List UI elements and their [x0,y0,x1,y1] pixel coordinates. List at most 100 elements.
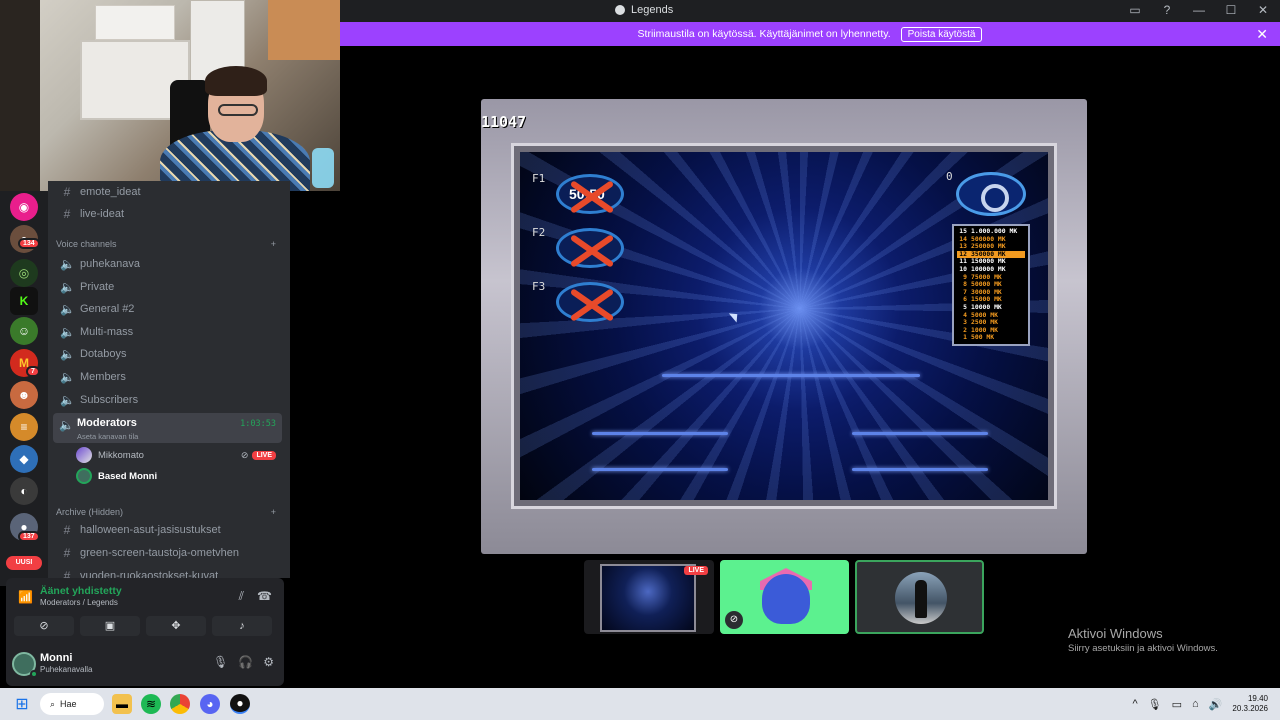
mention-badge: 134 [18,238,40,249]
close-window-button[interactable]: ✕ [1256,3,1270,17]
ladder-rung: 1 500 MK [957,334,1025,342]
answer-bar-c [592,468,728,471]
microphone-icon[interactable]: 🎙 [213,655,228,669]
spotify-icon[interactable]: ≋ [141,694,161,714]
help-icon[interactable]: ? [1160,3,1174,17]
channel-emote-ideat[interactable]: # emote_ideat [56,181,282,203]
server-icon-3[interactable]: ◎ [10,259,38,287]
mention-badge-2: 7 [26,366,40,377]
search-icon: ⌕ [50,698,56,709]
archive-channel[interactable]: # vuoden-ruokaostokset-kuvat [56,565,282,578]
signal-icon[interactable]: 📶 [18,590,33,604]
taskbar-search[interactable]: ⌕ Hae [40,693,104,715]
activate-windows-watermark: Aktivoi Windows Siirry asetuksiin ja akt… [1068,626,1218,654]
hash-icon: # [63,569,71,578]
answer-bar-b [852,432,988,435]
stream-thumbnail[interactable]: LIVE [584,560,714,634]
hash-icon: # [63,207,71,221]
server-icon-7[interactable]: ☻ [10,381,38,409]
stream-preview [600,564,696,632]
start-windows-icon[interactable]: ⊞ [12,694,32,714]
file-explorer-icon[interactable]: ▬ [112,694,132,714]
screen-share-button[interactable]: ▣ [80,616,140,636]
server-icon-9[interactable]: ◆ [10,445,38,473]
voice-channel[interactable]: 🔈 General #2 [56,298,282,320]
voice-channel[interactable]: 🔈 Subscribers [56,389,282,411]
ladder-amount: 500 MK [971,333,995,342]
discord-icon[interactable]: ◕ [200,694,220,714]
tray-mic-icon[interactable]: 🎙 [1148,698,1162,711]
maximize-button[interactable]: ☐ [1224,3,1238,17]
banner-close-icon[interactable]: ✕ [1256,26,1268,43]
active-voice-channel[interactable]: 🔈 Moderators Aseta kanavan tila 1:03:53 [53,413,282,443]
set-channel-status[interactable]: Aseta kanavan tila [77,432,138,441]
new-badge[interactable]: UUSI [6,556,42,570]
archive-channel[interactable]: # halloween-asut-jasisustukset [56,519,282,541]
webcam-overlay [0,0,340,191]
username[interactable]: Monni [40,652,72,664]
live-badge: LIVE [252,450,276,460]
window-title: Legends [631,4,674,16]
archive-channel[interactable]: # green-screen-taustoja-ometvhen [56,542,282,564]
server-icon-burger[interactable]: ≡ [10,413,38,441]
hash-icon: # [63,523,71,537]
tray-chevron-icon[interactable]: ^ [1133,698,1138,710]
title-bar: Legends ▭ ? — ☐ ✕ [340,0,1280,22]
stream-counter: 11047 [481,113,527,131]
archive-category[interactable]: Archive (Hidden) + [56,507,282,517]
voice-channel[interactable]: 🔈 puhekanava [56,253,282,275]
participant-tile[interactable]: ⊘ [720,560,849,634]
hash-icon: # [63,185,71,199]
server-icon-kick[interactable]: K [10,287,38,315]
headphones-icon[interactable]: 🎧 [238,655,253,669]
system-tray: ^ 🎙 ▭ ⌂ 🔊 19.40 20.3.2026 [1133,694,1269,714]
minimize-button[interactable]: — [1192,3,1206,17]
voice-status[interactable]: Äänet yhdistetty [40,585,122,597]
server-rail: ◉ ● 134 ◎ K ☺ M 7 ☻ ≡ ◆ ◐ ● 137 [0,191,48,586]
voice-channel[interactable]: 🔈 Dotaboys [56,343,282,365]
channel-live-ideat[interactable]: # live-ideat [56,203,282,225]
avatar [762,574,810,624]
inbox-icon[interactable]: ▭ [1128,3,1142,17]
noise-suppression-icon[interactable]: ⫽ [239,589,244,604]
legends-app-icon[interactable]: ● [230,694,250,714]
server-icon-10[interactable]: ◐ [10,477,38,505]
speaker-icon: 🔈 [60,347,75,361]
voice-channel[interactable]: 🔈 Multi-mass [56,321,282,343]
tray-display-icon[interactable]: ▭ [1172,698,1182,711]
chrome-icon[interactable] [170,694,190,714]
answer-bar-d [852,468,988,471]
server-icon-5[interactable]: ☺ [10,317,38,345]
voice-channel[interactable]: 🔈 Private [56,276,282,298]
channel-timer: 1:03:53 [240,419,276,429]
disconnect-icon[interactable]: ☎ [257,589,272,603]
disable-streamer-mode-button[interactable]: Poista käytöstä [900,26,983,42]
ladder-level: 1 [963,333,967,342]
eye-icon [956,172,1026,216]
add-channel-icon[interactable]: + [271,239,276,249]
money-ladder: 15 1.000.000 MK 14 500000 MK 13 250000 MK 12 35… [952,224,1030,346]
soundboard-button[interactable]: ♪ [212,616,272,636]
activities-button[interactable]: ✥ [146,616,206,636]
voice-connection-panel: 📶 Äänet yhdistetty Moderators / Legends … [6,578,284,642]
voice-location[interactable]: Moderators / Legends [40,598,118,607]
taskbar: ⊞ ⌕ Hae ▬ ≋ ◕ ● ^ 🎙 ▭ ⌂ 🔊 19.40 20.3.2026 [0,688,1280,720]
tray-network-icon[interactable]: ⌂ [1192,698,1199,710]
add-channel-icon[interactable]: + [271,507,276,517]
settings-gear-icon[interactable]: ⚙ [263,655,274,669]
voice-category[interactable]: Voice channels + [56,239,282,249]
camera-off-button[interactable]: ⊘ [14,616,74,636]
voice-channel[interactable]: 🔈 Members [56,366,282,388]
stream-view[interactable]: 11047 F1 50:50 F2 F3 0 151.000.000 MK145… [481,99,1087,554]
server-icon-1[interactable]: ◉ [10,193,38,221]
voice-user[interactable]: Based Monni [76,466,276,486]
hash-icon: # [63,546,71,560]
lifeline-key: F1 [532,172,546,185]
voice-user[interactable]: Mikkomato ⊘ LIVE [76,445,276,465]
participant-tile-speaking[interactable] [855,560,984,634]
taskbar-clock[interactable]: 19.40 20.3.2026 [1232,694,1268,714]
live-badge: LIVE [684,566,708,575]
lifeline-5050: 50:50 [556,174,624,214]
tray-volume-icon[interactable]: 🔊 [1209,698,1223,711]
game-tv-frame: F1 50:50 F2 F3 0 151.000.000 MK14500000 … [511,143,1057,509]
